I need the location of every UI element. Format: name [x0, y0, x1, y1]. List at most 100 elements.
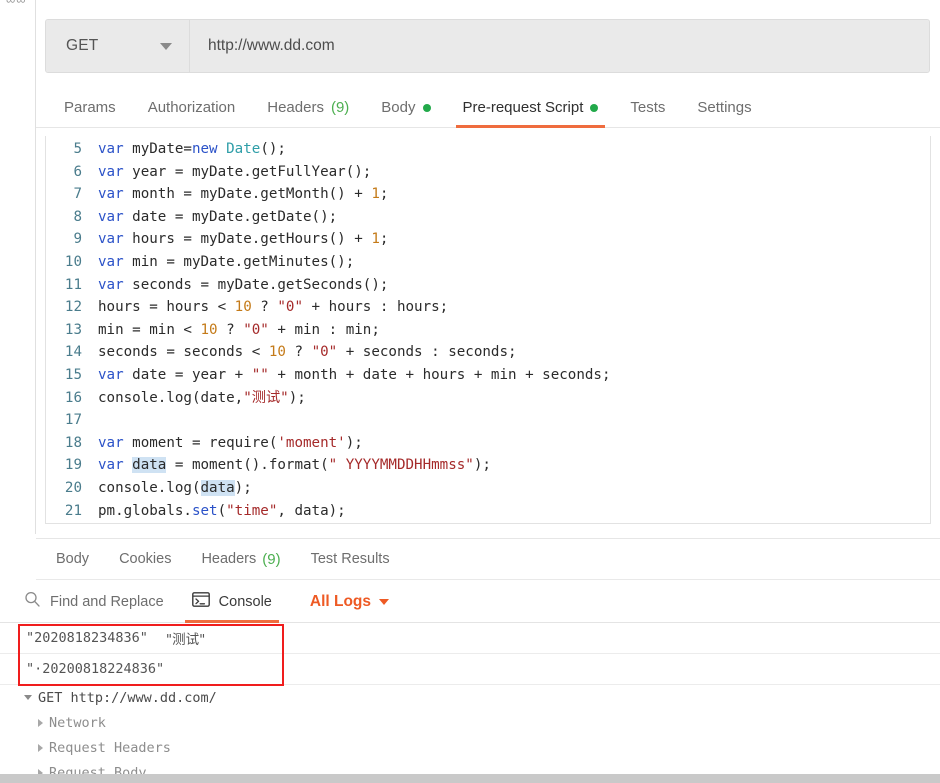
code-token: ();: [260, 141, 286, 157]
code-line[interactable]: 9 var hours = myDate.getHours() + 1;: [46, 228, 930, 251]
request-tabs: Params Authorization Headers (9) Body Pre-req…: [36, 88, 940, 128]
response-tab-body[interactable]: Body: [41, 538, 104, 580]
console-log-entry[interactable]: "2020818234836" "测试": [0, 623, 940, 654]
code-line-text: var seconds = myDate.getSeconds();: [98, 274, 388, 297]
triangle-right-icon[interactable]: [38, 743, 43, 752]
code-line[interactable]: 12 hours = hours < 10 ? "0" + hours : hou…: [46, 296, 930, 319]
response-tab-cookies[interactable]: Cookies: [104, 538, 186, 580]
console-log-entry[interactable]: "·20200818224836": [0, 654, 940, 685]
code-line[interactable]: 14 seconds = seconds < 10 ? "0" + seconds…: [46, 341, 930, 364]
request-tab-label: Tests: [630, 99, 666, 116]
code-line[interactable]: 21 pm.globals.set("time", data);: [46, 500, 930, 523]
code-token: ;: [379, 231, 389, 248]
request-tab-pre-request-script[interactable]: Pre-request Script: [447, 88, 615, 128]
code-token: seconds = seconds <: [98, 344, 269, 361]
code-token: new: [191, 141, 218, 157]
modified-dot-icon: [422, 103, 431, 112]
code-line[interactable]: 6 var year = myDate.getFullYear();: [46, 161, 930, 184]
console-tree-row[interactable]: Network: [0, 710, 940, 735]
code-token: var: [98, 231, 124, 248]
code-line-text: var min = myDate.getMinutes();: [98, 251, 354, 274]
code-token: set: [191, 502, 218, 519]
cut-off-glyph: ∞∞: [6, 0, 27, 3]
chevron-down-icon: [379, 598, 390, 605]
code-token: );: [473, 457, 491, 474]
console-label: Console: [218, 593, 272, 610]
code-token: console.log(date,: [98, 389, 244, 406]
code-line[interactable]: 18 var moment = require('moment');: [46, 432, 930, 455]
console-tree-label: Request Headers: [49, 739, 171, 756]
code-line[interactable]: 13 min = min < 10 ? "0" + min : min;: [46, 319, 930, 342]
log-level-filter-label: All Logs: [309, 592, 372, 610]
code-token: 1: [371, 231, 380, 248]
request-tab-params[interactable]: Params: [48, 88, 132, 128]
pre-request-script-editor[interactable]: 5 var myDate=new Date(); 6 var year = myDat…: [45, 136, 931, 524]
chevron-down-icon: [160, 42, 172, 50]
code-content[interactable]: 5 var myDate=new Date(); 6 var year = myDat…: [46, 136, 930, 522]
code-line[interactable]: 10 var min = myDate.getMinutes();: [46, 251, 930, 274]
code-line-text: var month = myDate.getMonth() + 1;: [98, 183, 388, 206]
code-token: console.log(: [98, 479, 201, 496]
code-token: hours = hours <: [98, 299, 235, 316]
triangle-down-icon[interactable]: [24, 695, 32, 700]
code-token: 10: [268, 344, 286, 361]
code-token: Date: [226, 141, 261, 157]
code-line-text: console.log(date,"测试");: [98, 387, 306, 410]
code-line-text: hours = hours < 10 ? "0" + hours : hours…: [98, 296, 448, 319]
code-line[interactable]: 17: [46, 409, 930, 432]
line-number: 7: [73, 186, 82, 203]
console-request-tree: GET http://www.dd.com/Network Request Hea…: [0, 685, 940, 783]
code-token: year = myDate.getFullYear();: [123, 163, 372, 180]
active-tab-underline: [455, 124, 606, 128]
response-tab-label: Body: [56, 551, 90, 567]
code-line[interactable]: 11 var seconds = myDate.getSeconds();: [46, 274, 930, 297]
bottom-scrollbar[interactable]: [0, 774, 940, 783]
code-token: "time": [226, 502, 278, 519]
response-tabs: Body Cookies Headers (9) Test Results: [36, 538, 940, 580]
console-output[interactable]: "2020818234836" "测试" "·20200818224836" GET…: [0, 623, 940, 783]
request-tab-body[interactable]: Body: [365, 88, 446, 128]
code-token: "0": [243, 321, 269, 338]
code-token: ?: [251, 299, 278, 316]
code-token: 10: [200, 321, 218, 338]
code-token: var: [98, 366, 124, 383]
response-tab-label: Test Results: [310, 551, 390, 567]
code-token: 'moment': [277, 434, 346, 451]
find-and-replace-button[interactable]: Find and Replace: [10, 581, 178, 623]
line-number: 9: [73, 231, 82, 248]
request-tab-authorization[interactable]: Authorization: [132, 88, 252, 128]
line-number: 21: [64, 502, 82, 519]
code-line[interactable]: 16 console.log(date,"测试");: [46, 387, 930, 410]
code-token: var: [98, 457, 124, 474]
code-line[interactable]: 15 var date = year + "" + month + date + …: [46, 364, 930, 387]
triangle-right-icon[interactable]: [38, 718, 43, 727]
console-button[interactable]: Console: [178, 581, 286, 623]
code-line[interactable]: 19 var data = moment().format(" YYYYMMDDH…: [46, 454, 930, 477]
console-toolbar: Find and Replace Console All Logs: [0, 581, 940, 623]
request-tab-headers[interactable]: Headers (9): [251, 88, 365, 128]
response-tab-test-results[interactable]: Test Results: [296, 538, 405, 580]
http-method-select[interactable]: GET: [46, 20, 190, 72]
code-line[interactable]: 7 var month = myDate.getMonth() + 1;: [46, 183, 930, 206]
request-tab-settings[interactable]: Settings: [681, 88, 767, 128]
line-number: 13: [64, 321, 82, 338]
code-line[interactable]: 5 var myDate=new Date();: [46, 138, 930, 161]
line-number: 5: [73, 141, 82, 157]
request-tab-tests[interactable]: Tests: [614, 88, 681, 128]
code-line[interactable]: 20 console.log(data);: [46, 477, 930, 500]
console-tree-row[interactable]: GET http://www.dd.com/: [0, 685, 940, 710]
console-tree-row[interactable]: Request Headers: [0, 735, 940, 760]
code-line[interactable]: 8 var date = myDate.getDate();: [46, 206, 930, 229]
line-number: 16: [64, 389, 82, 406]
line-number: 12: [64, 299, 82, 316]
line-number: 15: [64, 366, 82, 383]
code-token: "0": [277, 299, 304, 316]
request-tab-label: Body: [381, 99, 416, 116]
response-tab-headers[interactable]: Headers (9): [186, 538, 295, 580]
code-token: data: [132, 457, 167, 474]
log-level-filter[interactable]: All Logs: [309, 592, 390, 611]
request-url-input[interactable]: http://www.dd.com: [190, 20, 929, 72]
code-token: hours = myDate.getHours() +: [123, 231, 372, 248]
code-token: , data);: [277, 502, 346, 519]
